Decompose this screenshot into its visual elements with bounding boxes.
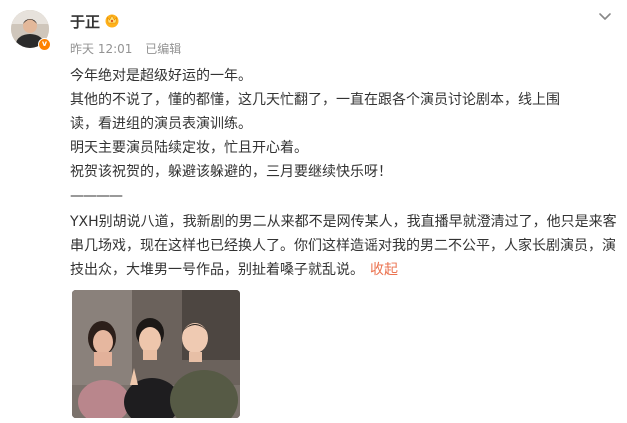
chevron-down-icon[interactable] <box>597 8 613 24</box>
post-text-line: 明天主要演员陆续定妆，忙且开心着。 <box>70 140 308 156</box>
collapse-link[interactable]: 收起 <box>370 262 398 278</box>
author-name[interactable]: 于正 <box>70 11 100 32</box>
post-text-line: 其他的不说了，懂的都懂，这几天忙翻了，一直在跟各个演员讨论剧本，线上围 <box>70 92 560 108</box>
post-text: 今年绝对是超级好运的一年。 其他的不说了，懂的都懂，这几天忙翻了，一直在跟各个演… <box>70 64 618 282</box>
crown-badge-icon <box>105 14 119 28</box>
post-photo[interactable] <box>72 290 240 418</box>
post-time[interactable]: 昨天 12:01 <box>70 42 132 56</box>
edited-label[interactable]: 已编辑 <box>145 42 181 56</box>
post-text-line: 祝贺该祝贺的，躲避该躲避的，三月要继续快乐呀！ <box>70 164 392 180</box>
post-text-line: 读，看进组的演员表演训练。 <box>70 116 252 132</box>
post-text-divider: ———— <box>70 188 123 204</box>
post-meta: 昨天 12:01 已编辑 <box>70 40 190 57</box>
post-text-line: 今年绝对是超级好运的一年。 <box>70 68 252 84</box>
verified-v-icon: v <box>38 38 51 51</box>
weibo-post-card: v 于正 昨天 12:01 已编辑 今年绝对是超级好运的一年。 其他的不说了，懂… <box>0 0 627 423</box>
post-paragraph-text: YXH别胡说八道，我新剧的男二从来都不是网传某人，我直播早就澄清过了，他只是来客… <box>70 214 617 278</box>
post-text-paragraph: YXH别胡说八道，我新剧的男二从来都不是网传某人，我直播早就澄清过了，他只是来客… <box>70 210 618 282</box>
